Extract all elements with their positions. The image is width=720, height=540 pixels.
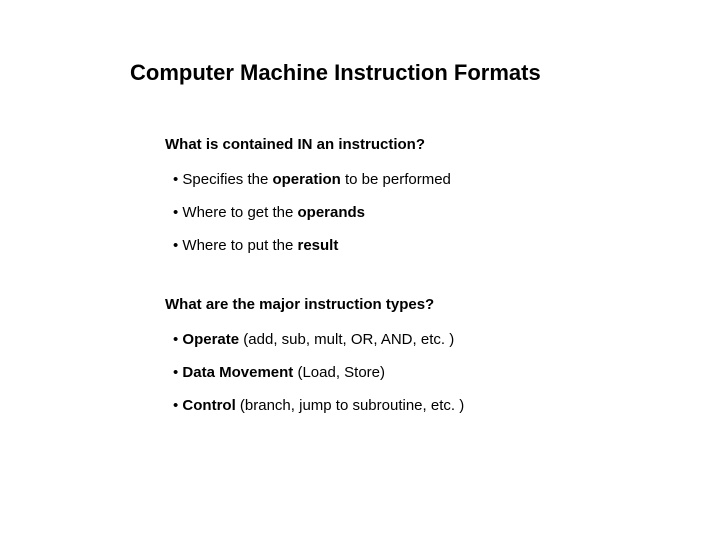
bullet-2-3: Control (branch, jump to subroutine, etc… [165,397,720,414]
bullet-2-2: Data Movement (Load, Store) [165,364,720,381]
question-1: What is contained IN an instruction? [165,136,720,153]
bullet-1-2: Where to get the operands [165,204,720,221]
slide-title: Computer Machine Instruction Formats [0,60,720,86]
bullet-1-1: Specifies the operation to be performed [165,171,720,188]
question-2: What are the major instruction types? [165,296,720,313]
bullet-2-1: Operate (add, sub, mult, OR, AND, etc. ) [165,331,720,348]
bullet-1-3: Where to put the result [165,237,720,254]
slide-content: What is contained IN an instruction? Spe… [0,136,720,414]
